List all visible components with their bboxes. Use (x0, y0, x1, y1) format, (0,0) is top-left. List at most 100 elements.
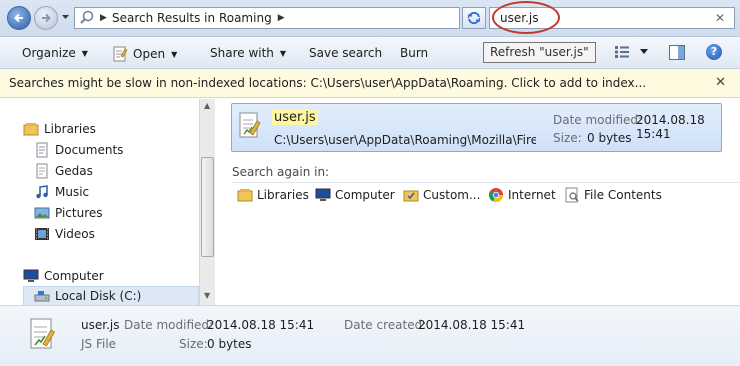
documents-icon (36, 142, 48, 158)
share-with-button[interactable]: Share with ▼ (210, 46, 286, 60)
search-again-internet-label: Internet (508, 188, 556, 202)
result-file-path: C:\Users\user\AppData\Roaming\Mozilla\Fi… (274, 133, 536, 147)
scroll-up-icon[interactable]: ▲ (204, 101, 210, 110)
nav-documents-label: Documents (55, 143, 124, 157)
result-date-value: 2014.08.18 15:41 (636, 113, 705, 141)
details-file-type: JS File (81, 337, 117, 351)
custom-folder-icon (403, 190, 419, 202)
details-file-name: user.js (81, 318, 120, 332)
details-date-modified-value: 2014.08.18 15:41 (207, 318, 315, 332)
search-result-item[interactable]: user.js C:\Users\user\AppData\Roaming\Mo… (231, 103, 722, 152)
nav-music-label: Music (55, 185, 90, 199)
search-again-internet[interactable]: Internet (488, 187, 556, 203)
details-size-value: 0 bytes (207, 337, 252, 351)
result-size-value: 0 bytes (587, 131, 632, 145)
nav-libraries-label: Libraries (44, 122, 96, 136)
result-file-name: user.js (272, 110, 318, 125)
breadcrumb-chevron-icon[interactable]: ▶ (278, 13, 285, 23)
nav-gedas-label: Gedas (55, 164, 93, 178)
forward-arrow-icon (42, 13, 51, 23)
index-warning-bar[interactable]: Searches might be slow in non-indexed lo… (0, 69, 740, 98)
navigation-pane: Libraries Documents Gedas Music Pictures… (0, 99, 214, 306)
chevron-down-icon: ▼ (279, 48, 287, 58)
scrollbar-thumb[interactable] (201, 157, 214, 257)
chrome-icon (489, 188, 504, 203)
address-row: ▶ Search Results in Roaming ▶ user.js ✕ (0, 0, 740, 37)
search-folder-icon (80, 10, 94, 24)
navigation-scrollbar[interactable]: ▲ ▼ (199, 99, 215, 305)
burn-button[interactable]: Burn (400, 46, 428, 60)
back-button[interactable] (7, 6, 31, 30)
nav-item-local-disk[interactable]: Local Disk (C:) (23, 286, 199, 306)
result-date-label: Date modified: (553, 113, 643, 127)
details-size-label: Size: (179, 337, 208, 351)
details-date-created-value: 2014.08.18 15:41 (418, 318, 526, 332)
details-date-created-label: Date created: (344, 318, 427, 332)
recent-pages-dropdown[interactable] (61, 12, 70, 22)
breadcrumb-location[interactable]: Search Results in Roaming (112, 11, 272, 25)
help-icon[interactable]: ? (706, 44, 722, 60)
breadcrumb-separator-icon[interactable]: ▶ (100, 13, 110, 23)
libraries-icon (23, 123, 39, 136)
details-date-modified-label: Date modified: (124, 318, 214, 332)
result-size-label: Size: (553, 131, 582, 145)
pictures-icon (34, 207, 50, 219)
view-dropdown-icon[interactable] (640, 49, 648, 55)
file-contents-icon (565, 187, 579, 203)
search-results-pane: user.js C:\Users\user\AppData\Roaming\Mo… (216, 99, 740, 305)
search-again-custom[interactable]: Custom... (403, 187, 480, 203)
search-again-file-contents-label: File Contents (584, 188, 662, 202)
refresh-tooltip: Refresh "user.js" (483, 42, 596, 63)
organize-button[interactable]: Organize ▼ (22, 46, 88, 60)
nav-local-disk-label: Local Disk (C:) (55, 289, 142, 303)
nav-item-computer[interactable]: Computer (23, 268, 104, 284)
search-again-custom-label: Custom... (423, 188, 481, 202)
chevron-down-icon: ▼ (171, 49, 178, 59)
search-again-file-contents[interactable]: File Contents (564, 187, 662, 203)
preview-pane-icon[interactable] (669, 45, 685, 60)
share-with-label: Share with (210, 46, 274, 60)
search-again-heading: Search again in: (232, 165, 740, 183)
forward-button[interactable] (34, 6, 58, 30)
burn-label: Burn (400, 46, 429, 60)
index-warning-text: Searches might be slow in non-indexed lo… (9, 76, 647, 90)
close-icon[interactable]: ✕ (715, 69, 726, 97)
refresh-button[interactable] (462, 7, 486, 29)
nav-videos-label: Videos (55, 227, 95, 241)
back-arrow-icon (14, 13, 23, 23)
search-again-computer-label: Computer (335, 188, 395, 202)
script-file-icon (30, 318, 55, 349)
open-label: Open (133, 47, 166, 61)
computer-icon (315, 188, 331, 201)
chevron-down-icon: ▼ (81, 48, 88, 58)
nav-item-gedas[interactable]: Gedas (34, 163, 93, 179)
nav-item-music[interactable]: Music (34, 184, 89, 200)
nav-computer-label: Computer (44, 269, 104, 283)
details-pane: user.js JS File Date modified: 2014.08.1… (0, 305, 740, 366)
nav-pictures-label: Pictures (55, 206, 103, 220)
highlight-circle-annotation (492, 1, 560, 34)
nav-item-pictures[interactable]: Pictures (34, 205, 103, 221)
scroll-down-icon[interactable]: ▼ (204, 291, 210, 300)
hard-drive-icon (34, 291, 50, 302)
computer-icon (23, 269, 39, 282)
clear-search-icon[interactable]: ✕ (715, 11, 725, 25)
refresh-icon (467, 12, 481, 24)
save-search-button[interactable]: Save search (309, 46, 382, 60)
script-file-icon (113, 46, 128, 62)
address-bar[interactable]: ▶ Search Results in Roaming ▶ (74, 7, 460, 29)
search-again-computer[interactable]: Computer (315, 187, 395, 203)
organize-label: Organize (22, 46, 76, 60)
change-view-icon[interactable] (614, 45, 630, 59)
nav-item-documents[interactable]: Documents (34, 142, 123, 158)
videos-icon (35, 228, 49, 240)
nav-item-videos[interactable]: Videos (34, 226, 95, 242)
libraries-icon (237, 189, 253, 202)
music-icon (36, 185, 48, 199)
script-file-icon (239, 112, 261, 138)
library-documents-icon (36, 163, 48, 179)
search-again-libraries[interactable]: Libraries (237, 187, 309, 203)
search-again-libraries-label: Libraries (257, 188, 309, 202)
nav-item-libraries[interactable]: Libraries (23, 121, 96, 137)
open-button[interactable]: Open ▼ (112, 46, 177, 62)
